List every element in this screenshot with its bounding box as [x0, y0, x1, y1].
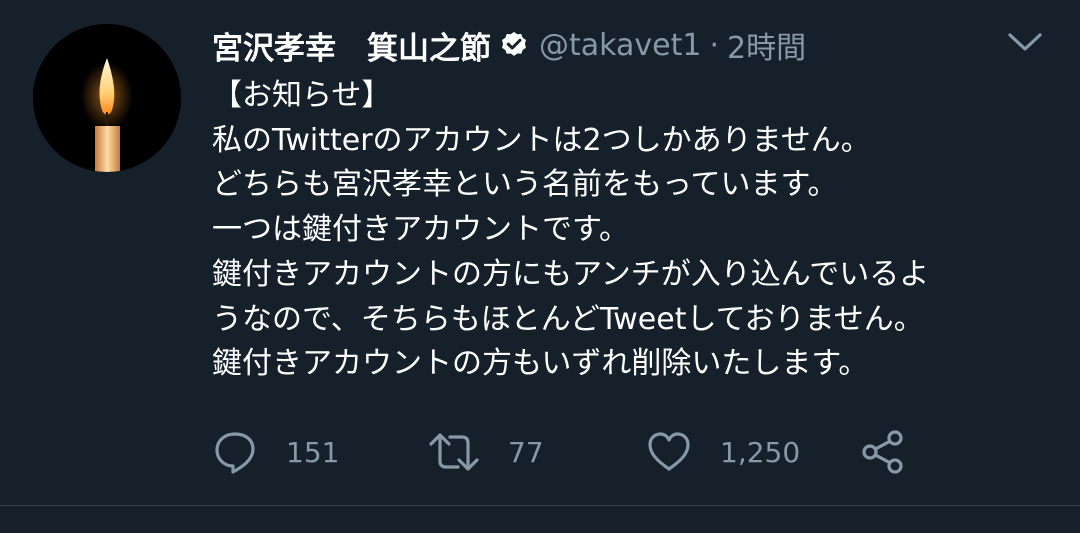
tweet-text-line: うなので、そちらもほとんどTweetしておりません。 — [212, 301, 924, 337]
like-button[interactable]: 1,250 — [646, 425, 800, 479]
chevron-down-icon[interactable] — [1006, 30, 1044, 54]
candle-icon — [33, 24, 181, 172]
retweet-count: 77 — [508, 435, 544, 469]
user-handle[interactable]: @takavet1 — [539, 28, 701, 63]
tweet-text: 【お知らせ】 私のTwitterのアカウントは2つしかありません。 どちらも宮沢… — [212, 74, 1062, 387]
heart-icon — [648, 432, 690, 471]
like-count: 1,250 — [720, 435, 801, 469]
reply-icon — [215, 432, 255, 474]
tweet-header: 宮沢孝幸 箕山之節 @takavet1 · 2時間 — [212, 20, 806, 70]
tweet-text-line: 鍵付きアカウントの方もいずれ削除いたします。 — [212, 346, 869, 382]
tweet-actions: 151 77 1,250 — [212, 425, 932, 479]
tweet-text-line: どちらも宮沢孝幸という名前をもっています。 — [212, 167, 838, 203]
display-name[interactable]: 宮沢孝幸 箕山之節 — [212, 23, 491, 68]
tweet-text-line: 【お知らせ】 — [212, 78, 392, 113]
tweet-text-line: 一つは鍵付きアカウントです。 — [212, 212, 629, 248]
separator-dot: · — [709, 27, 719, 63]
retweet-icon — [429, 433, 479, 471]
share-icon — [862, 430, 903, 474]
share-button[interactable] — [860, 425, 906, 479]
retweet-button[interactable]: 77 — [428, 425, 544, 479]
timestamp[interactable]: 2時間 — [727, 23, 806, 67]
tweet[interactable]: 宮沢孝幸 箕山之節 @takavet1 · 2時間 【お知らせ】 私のTwitt… — [0, 0, 1080, 505]
tweet-text-line: 私のTwitterのアカウントは2つしかありません。 — [212, 122, 871, 158]
verified-badge-icon — [502, 31, 526, 56]
tweet-text-line: 鍵付きアカウントの方にもアンチが入り込んでいるよ — [212, 256, 930, 292]
avatar[interactable] — [33, 24, 181, 172]
divider — [0, 505, 1080, 506]
reply-button[interactable]: 151 — [212, 425, 339, 479]
reply-count: 151 — [286, 435, 340, 469]
